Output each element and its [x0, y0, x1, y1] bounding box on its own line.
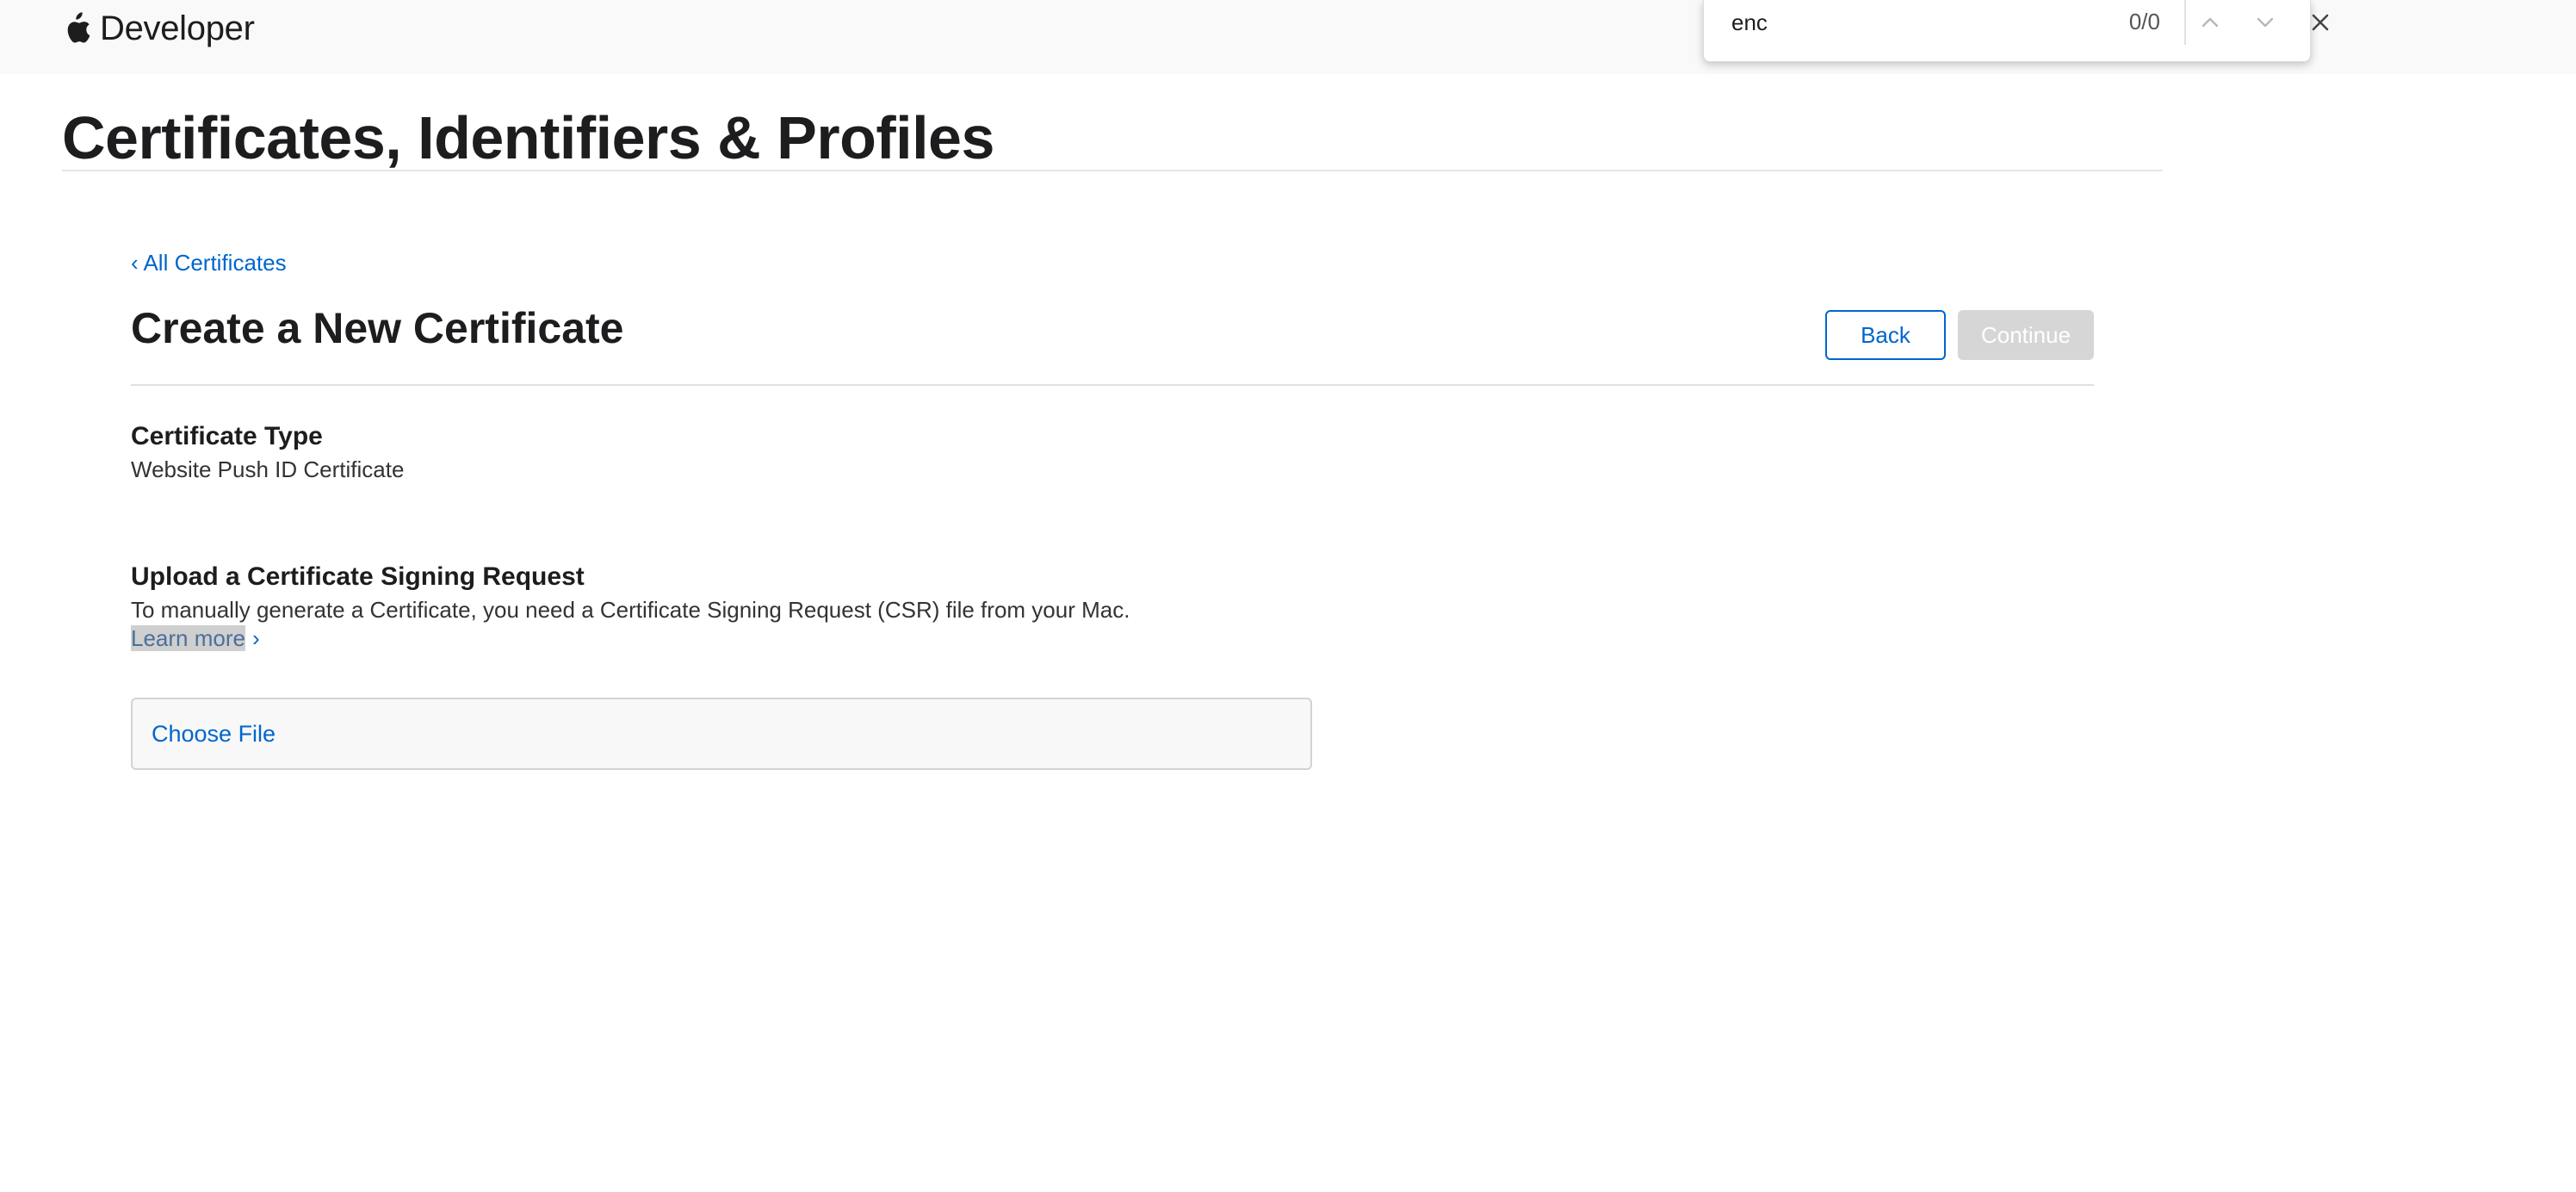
find-match-count: 0/0 [2128, 9, 2160, 34]
continue-button[interactable]: Continue [1958, 310, 2094, 360]
find-bar-divider [2184, 0, 2186, 45]
brand-label: Developer [100, 9, 255, 47]
form-divider [131, 384, 2094, 386]
certificate-type-value: Website Push ID Certificate [131, 456, 405, 482]
csr-description: To manually generate a Certificate, you … [131, 597, 1130, 623]
learn-more-chevron-icon: › [251, 625, 260, 651]
find-close-button[interactable] [2301, 5, 2339, 40]
learn-more-link[interactable]: Learn more › [131, 625, 260, 652]
developer-brand[interactable]: Developer [62, 7, 255, 50]
choose-file-input[interactable]: Choose File [131, 698, 1312, 770]
find-in-page-bar: 0/0 [1703, 0, 2329, 62]
title-divider [62, 170, 2163, 171]
page-title: Certificates, Identifiers & Profiles [62, 104, 994, 171]
certificate-type-label: Certificate Type [131, 422, 323, 450]
find-input[interactable] [1731, 5, 2050, 40]
close-icon [2312, 14, 2329, 31]
csr-upload-label: Upload a Certificate Signing Request [131, 562, 585, 591]
find-previous-button[interactable] [2191, 5, 2229, 40]
back-button[interactable]: Back [1825, 310, 1946, 360]
chevron-up-icon [2201, 17, 2219, 28]
find-next-button[interactable] [2246, 5, 2284, 40]
all-certificates-link[interactable]: ‹ All Certificates [131, 250, 287, 276]
form-title: Create a New Certificate [131, 304, 624, 352]
chevron-down-icon [2257, 17, 2274, 28]
choose-file-label: Choose File [152, 721, 276, 747]
apple-logo-icon [67, 12, 90, 43]
learn-more-label: Learn more [131, 625, 245, 651]
